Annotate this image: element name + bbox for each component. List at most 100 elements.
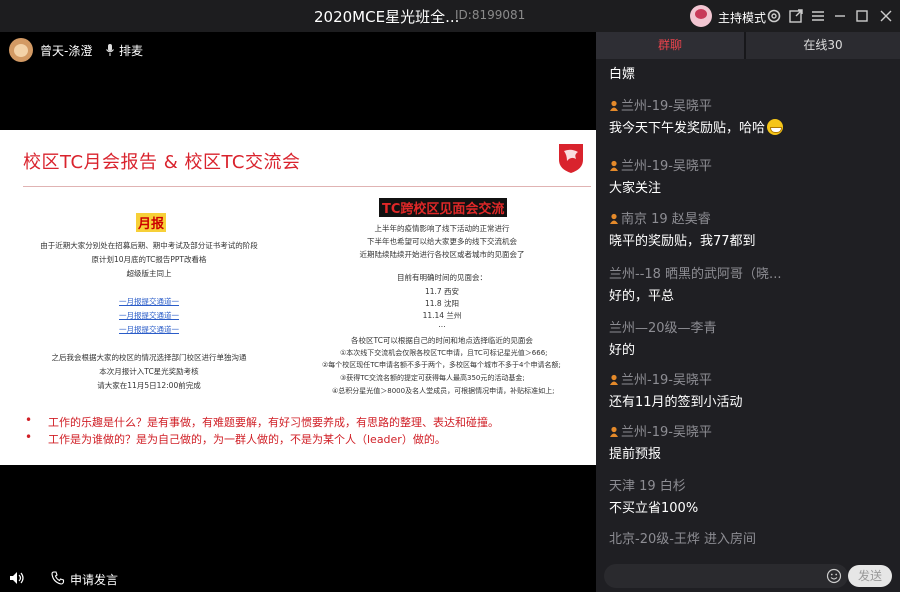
room-id: ID:8199081 xyxy=(455,8,526,22)
host-avatar[interactable] xyxy=(690,5,712,27)
minimize-icon[interactable] xyxy=(830,6,850,26)
stage-control-bar: 申请发言 xyxy=(0,563,596,592)
speaker-name: 曾天-涤澄 xyxy=(40,44,93,58)
window-title: 2020MCE星光班全... xyxy=(314,8,460,26)
phone-icon[interactable] xyxy=(51,570,65,585)
volume-icon[interactable] xyxy=(9,570,25,584)
chat-message: 兰州-19-吴晓平 提前预报 xyxy=(609,421,712,462)
message-content: 好的 xyxy=(609,343,636,358)
left-footer-2: 本次月报计入TC星光奖励考核 xyxy=(99,367,199,376)
message-content: 我今天下午发奖励贴，哈哈 xyxy=(609,117,784,136)
settings-gear-icon[interactable] xyxy=(764,6,784,26)
cross-campus-meetup-heading: TC跨校区见面会交流 xyxy=(379,198,508,217)
schedule-intro: 目前有明确时间的见面会： xyxy=(397,273,487,282)
message-content: 还有11月的签到小活动 xyxy=(609,395,743,410)
tab-online-users[interactable]: 在线30 xyxy=(746,32,900,59)
send-button[interactable]: 发送 xyxy=(848,565,892,587)
chat-message: 兰州-19-吴晓平 我今天下午发奖励贴，哈哈 xyxy=(609,95,784,136)
message-sender: 兰州-19-吴晓平 xyxy=(609,369,743,391)
message-sender: 南京 19 赵昊睿 xyxy=(609,208,756,230)
chat-message: 南京 19 赵昊睿 晓平的奖励贴，我77都到 xyxy=(609,208,756,249)
left-line-1: 由于近期大家分别处在招募后期、期中考试及部分证书考试的阶段 xyxy=(40,241,258,250)
chat-message: 白嫖 xyxy=(609,63,635,82)
right-line-2: 下半年也希望可以给大家更多的线下交流机会 xyxy=(367,237,517,246)
menu-icon[interactable] xyxy=(808,6,828,26)
left-line-2: 原计划10月底的TC报告PPT改看格 xyxy=(91,255,207,264)
chat-message: 天津 19 白杉 不买立省100% xyxy=(609,475,698,516)
speaker-avatar[interactable] xyxy=(9,38,33,62)
schedule-item-2: 11.8 沈阳 xyxy=(424,299,460,308)
rule-line-4: ③获得TC交流名额的提定可获得每人最高350元的活动基金; xyxy=(340,374,525,382)
app-window: 2020MCE星光班全... ID:8199081 主持模式 曾天-涤澄 排麦 … xyxy=(0,0,900,592)
schedule-item-1: 11.7 西安 xyxy=(424,287,460,296)
chat-input[interactable] xyxy=(604,564,848,588)
sender-name: 兰州-19-吴晓平 xyxy=(621,373,712,388)
title-bar: 2020MCE星光班全... ID:8199081 主持模式 xyxy=(0,0,900,32)
sender-name: 兰州—20级—李青 xyxy=(609,321,717,336)
left-footer-3: 请大家在11月5日12:00前完成 xyxy=(97,381,201,390)
report-link-3[interactable]: 一月报提交通道一 xyxy=(119,324,179,335)
sender-name: 兰州-19-吴晓平 xyxy=(621,99,712,114)
sender-name: 天津 19 白杉 xyxy=(609,479,686,494)
member-badge-icon xyxy=(609,213,619,224)
message-text: 我今天下午发奖励贴，哈哈 xyxy=(609,121,766,136)
rule-line-3: ②每个校区现任TC申请名额不多于两个，多校区每个城市不多于4个申请名额; xyxy=(322,361,561,369)
rule-line-1: 各校区TC可以根据自己的时间和地点选择临近的见面会 xyxy=(351,336,533,345)
message-content: 大家关注 xyxy=(609,181,662,196)
member-badge-icon xyxy=(609,426,619,437)
chat-message-list: 白嫖 兰州-19-吴晓平 我今天下午发奖励贴，哈哈 兰州-19-吴晓平 大家关注… xyxy=(596,59,900,562)
report-link-2[interactable]: 一月报提交通道一 xyxy=(119,310,179,321)
slide-title: 校区TC月会报告 & 校区TC交流会 xyxy=(23,152,301,173)
queue-mic-button[interactable]: 排麦 xyxy=(119,42,143,59)
apply-to-speak-button[interactable]: 申请发言 xyxy=(70,571,118,588)
rule-line-5: ④总积分星光值＞8000及名人堂成员，可根据情况申请，补贴标准如上; xyxy=(332,387,555,395)
left-line-3: 超级版主同上 xyxy=(126,269,172,278)
report-link-1[interactable]: 一月报提交通道一 xyxy=(119,296,179,307)
sender-name: 兰州--18 晒黑的武阿哥（晓... xyxy=(609,267,782,282)
host-mode-label[interactable]: 主持模式 xyxy=(718,9,766,26)
share-icon[interactable] xyxy=(786,6,806,26)
chat-message: 兰州-19-吴晓平 大家关注 xyxy=(609,155,712,196)
slide-bullets: 工作的乐趣是什么？是有事做，有难题要解，有好习惯要养成，有思路的整理、表达和碰撞… xyxy=(25,413,499,448)
left-footer-1: 之后我会根据大家的校区的情况选择部门校区进行单独沟通 xyxy=(51,353,247,362)
right-line-1: 上半年的疫情影响了线下活动的正常进行 xyxy=(374,224,510,233)
sender-name: 兰州-19-吴晓平 xyxy=(621,159,712,174)
member-badge-icon xyxy=(609,160,619,171)
presentation-slide: 校区TC月会报告 & 校区TC交流会 月报 由于近期大家分别处在招募后期、期中考… xyxy=(0,130,596,465)
message-sender: 兰州-19-吴晓平 xyxy=(609,155,712,177)
message-content: 不买立省100% xyxy=(609,501,699,516)
bullet-item-1: 工作的乐趣是什么？是有事做，有难题要解，有好习惯要养成，有思路的整理、表达和碰撞… xyxy=(25,413,499,431)
maximize-icon[interactable] xyxy=(852,6,872,26)
chat-message: 兰州-19-吴晓平 还有11月的签到小活动 xyxy=(609,369,743,410)
tab-group-chat[interactable]: 群聊 xyxy=(596,32,744,59)
close-icon[interactable] xyxy=(876,6,896,26)
chat-panel: 群聊 在线30 白嫖 兰州-19-吴晓平 我今天下午发奖励贴，哈哈 兰州-19-… xyxy=(596,32,900,592)
chat-input-bar: 发送 xyxy=(596,562,900,592)
monthly-report-heading: 月报 xyxy=(136,213,167,232)
member-badge-icon xyxy=(609,374,619,385)
message-sender: 兰州-19-吴晓平 xyxy=(609,95,783,117)
message-content: 白嫖 xyxy=(609,67,636,82)
right-line-3: 近期陆续陆续开始进行各校区或者城市的见面会了 xyxy=(359,250,525,259)
chat-message: 兰州—20级—李青 好的 xyxy=(609,317,717,358)
message-sender: 兰州-19-吴晓平 xyxy=(609,421,712,443)
sender-name: 南京 19 赵昊睿 xyxy=(621,212,711,227)
bullet-item-2: 工作是为谁做的？是为自己做的，为一群人做的，不是为某个人（leader）做的。 xyxy=(25,430,499,448)
msi-dragon-logo-icon xyxy=(556,142,586,174)
schedule-item-4: ... xyxy=(438,320,446,329)
chat-message: 兰州--18 晒黑的武阿哥（晓... 好的，平总 xyxy=(609,263,781,304)
rule-line-2: ①本次线下交流机会仅限各校区TC申请，且TC可标记星光值＞666; xyxy=(340,349,548,357)
microphone-icon[interactable] xyxy=(104,42,116,56)
join-notice-text: 北京-20级-王烨 进入房间 xyxy=(609,532,757,547)
message-content: 提前预报 xyxy=(609,447,662,462)
message-content: 晓平的奖励贴，我77都到 xyxy=(609,234,756,249)
system-notice: 北京-20级-王烨 进入房间 xyxy=(609,528,756,550)
emoji-picker-icon[interactable] xyxy=(826,568,842,584)
stage-area: 曾天-涤澄 排麦 校区TC月会报告 & 校区TC交流会 月报 由于近期大家分别处… xyxy=(0,32,596,592)
grin-emoji-icon xyxy=(767,119,784,135)
member-badge-icon xyxy=(609,100,619,111)
slide-divider xyxy=(23,186,591,187)
speaker-bar: 曾天-涤澄 排麦 xyxy=(0,32,596,66)
chat-tabs: 群聊 在线30 xyxy=(596,32,900,59)
message-content: 好的，平总 xyxy=(609,289,675,304)
